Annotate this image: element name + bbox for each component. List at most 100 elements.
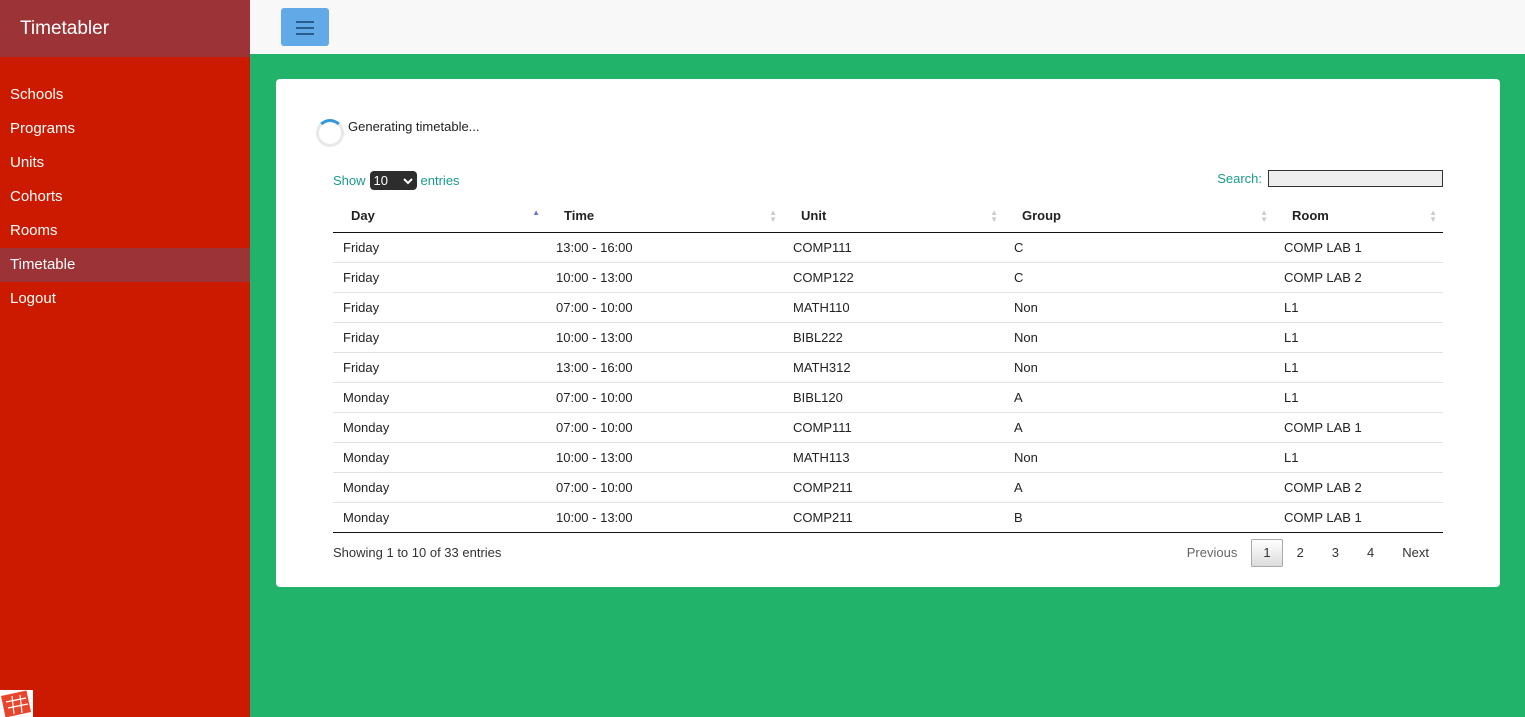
table-cell-group: C [1014,240,1024,255]
table-cell-time: 10:00 - 13:00 [546,502,783,533]
table-cell-group: A [1004,382,1274,413]
sort-icon: ▲ ▼ [1429,208,1437,224]
search-label: Search: [1217,171,1262,186]
column-header-label: Room [1292,208,1329,223]
column-header-room[interactable]: Room ▲ ▼ [1274,199,1443,233]
sidebar-nav: Schools Programs Units Cohorts Rooms Timetabl… [0,78,250,316]
table-cell-time: 10:00 - 13:00 [546,442,783,473]
search-control: Search: [1217,170,1443,187]
timetable-panel: Generating timetable... Show 10 entries … [276,79,1500,587]
table-cell-room: COMP LAB 2 [1274,262,1443,293]
hamburger-icon-line [296,27,314,29]
table-cell-day: Friday [333,292,546,323]
entries-label: entries [420,173,460,188]
show-label: Show [333,173,366,188]
previous-page-button[interactable]: Previous [1173,539,1252,567]
table-cell-room: L1 [1274,442,1443,473]
hamburger-icon-line [296,33,314,35]
table-cell-time: 07:00 - 10:00 [546,472,783,503]
timetable-table: Day ▲ Time ▲ ▼ Unit ▲ ▼ Group ▲ ▼ Room ▲ ▼ Friday 13:0… [333,199,1443,533]
sidebar-item-schools[interactable]: Schools [0,78,250,112]
loading-text: Generating timetable... [348,119,480,134]
table-cell-room: COMP LAB 1 [1274,412,1443,443]
table-cell-day: Friday [333,322,546,353]
table-cell-unit: MATH110 [783,292,1004,323]
table-cell-day: Friday [343,240,380,255]
sidebar-item-rooms[interactable]: Rooms [0,214,250,248]
table-cell-time: 07:00 - 10:00 [546,412,783,443]
app-logo-icon [0,690,33,717]
table-cell-unit: COMP111 [783,412,1004,443]
loading-spinner-icon [316,119,344,147]
column-header-unit[interactable]: Unit ▲ ▼ [783,199,1004,233]
table-cell-time: 10:00 - 13:00 [546,322,783,353]
table-cell-group: Non [1004,442,1274,473]
sidebar-item-timetable[interactable]: Timetable [0,248,250,282]
table-cell-unit: BIBL222 [783,322,1004,353]
page-button-2[interactable]: 2 [1283,539,1318,567]
table-cell-unit: COMP122 [783,262,1004,293]
table-cell-group: B [1004,502,1274,533]
search-input[interactable] [1268,170,1443,187]
sidebar: Timetabler Schools Programs Units Cohorts Ro… [0,0,250,717]
table-row: Friday 07:00 - 10:00 MATH110 Non L1 [333,292,1443,323]
table-cell-day: Monday [333,382,546,413]
table-row: Monday 10:00 - 13:00 COMP211 B COMP LAB 1 [333,502,1443,533]
column-header-label: Group [1022,208,1061,223]
table-cell-room: L1 [1274,352,1443,383]
chevron-down-icon [402,177,413,184]
table-row: Monday 07:00 - 10:00 COMP211 A COMP LAB 2 [333,472,1443,503]
table-cell-group: Non [1004,352,1274,383]
sidebar-item-logout[interactable]: Logout [0,282,250,316]
sidebar-item-cohorts[interactable]: Cohorts [0,180,250,214]
page-length-select[interactable]: 10 [369,171,417,190]
page-button-1[interactable]: 1 [1251,539,1283,567]
table-row: Friday 13:00 - 16:00 MATH312 Non L1 [333,352,1443,383]
column-header-time[interactable]: Time ▲ ▼ [546,199,783,233]
table-cell-room: COMP LAB 1 [1274,502,1443,533]
table-cell-time: 13:00 - 16:00 [546,352,783,383]
menu-toggle-button[interactable] [281,8,329,46]
table-row: Monday 07:00 - 10:00 BIBL120 A L1 [333,382,1443,413]
table-cell-time: 07:00 - 10:00 [546,382,783,413]
column-header-group[interactable]: Group ▲ ▼ [1004,199,1274,233]
table-row: Friday 13:00 - 16:00 COMP111 C COMP LAB 1 [333,233,1443,263]
sort-icon: ▲ ▼ [1260,208,1268,224]
app-title[interactable]: Timetabler [0,0,250,57]
table-row: Monday 07:00 - 10:00 COMP111 A COMP LAB 1 [333,412,1443,443]
sort-icon: ▲ ▼ [769,208,777,224]
table-cell-room: COMP LAB 1 [1284,240,1362,255]
hamburger-icon [296,21,314,23]
table-cell-unit: BIBL120 [783,382,1004,413]
table-cell-group: C [1004,262,1274,293]
top-bar [250,0,1525,54]
table-cell-time: 10:00 - 13:00 [546,262,783,293]
page-length-control: Show 10 entries [333,171,460,190]
page-length-value: 10 [373,173,388,188]
pagination: Previous 1 2 3 4 Next [1173,539,1443,567]
table-body: Friday 13:00 - 16:00 COMP111 C COMP LAB 1 Fri… [333,233,1443,533]
table-cell-day: Monday [333,472,546,503]
table-cell-time: 13:00 - 16:00 [556,240,633,255]
table-cell-room: COMP LAB 2 [1274,472,1443,503]
table-cell-day: Monday [333,412,546,443]
page-button-3[interactable]: 3 [1318,539,1353,567]
table-cell-unit: COMP211 [783,472,1004,503]
column-header-day[interactable]: Day ▲ [333,199,546,233]
next-page-button[interactable]: Next [1388,539,1443,567]
column-header-label: Day [351,208,375,223]
table-cell-day: Monday [333,442,546,473]
sidebar-item-programs[interactable]: Programs [0,112,250,146]
page-button-4[interactable]: 4 [1353,539,1388,567]
table-cell-unit: MATH113 [783,442,1004,473]
sort-icon: ▲ ▼ [990,208,998,224]
table-cell-unit: COMP111 [793,240,852,255]
table-cell-day: Friday [333,352,546,383]
column-header-label: Time [564,208,595,223]
table-cell-unit: COMP211 [783,502,1004,533]
table-cell-group: A [1004,472,1274,503]
table-cell-group: Non [1004,292,1274,323]
table-info: Showing 1 to 10 of 33 entries [333,545,502,560]
table-cell-room: L1 [1274,382,1443,413]
sidebar-item-units[interactable]: Units [0,146,250,180]
